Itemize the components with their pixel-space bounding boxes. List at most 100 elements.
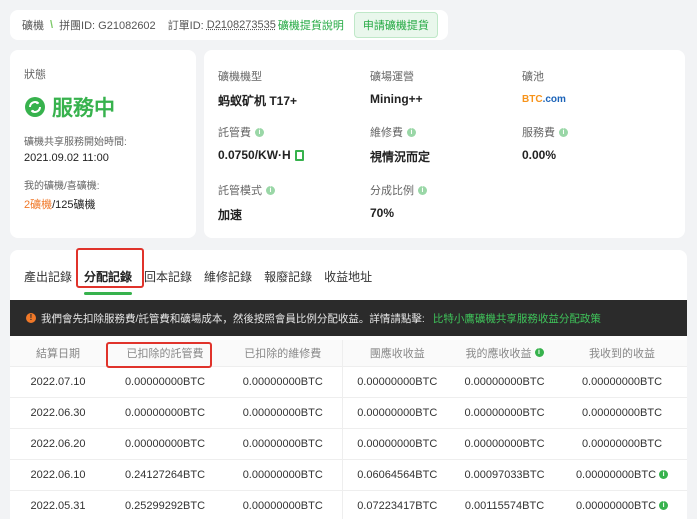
cell-maint-fee: 0.00000000BTC [224,458,343,490]
btc-com-logo: BTC.com [522,94,566,105]
cell-custody-fee: 0.00000000BTC [106,427,224,459]
total-machine-count: /125礦機 [52,199,96,211]
highlight-box [76,248,144,288]
maint-label: 維修費 [370,127,403,139]
share-value: 70% [370,206,395,220]
cell-group-income: 0.06064564BTC [342,458,452,490]
model-label: 礦機機型 [218,71,262,83]
cell-received: 0.00000000BTC i [557,458,687,490]
tab-maintenance[interactable]: 維修記錄 [204,268,252,293]
cell-my-income: 0.00115574BTC [452,489,557,519]
cell-my-income: 0.00097033BTC [452,458,557,490]
table-row: 2022.07.10 0.00000000BTC 0.00000000BTC 0… [10,365,687,397]
tab-payout-address[interactable]: 收益地址 [324,268,372,293]
service-label: 服務費 [522,127,555,139]
tab-scrap[interactable]: 報廢記錄 [264,268,312,293]
cell-group-income: 0.00000000BTC [342,365,452,397]
status-value: 服務中 [52,97,115,120]
notice-text: 我們會先扣除服務費/託管費和礦場成本，然後按照會員比例分配收益。詳情請點擊: [41,312,425,325]
info-icon[interactable]: i [255,127,264,137]
table-row: 2022.05.31 0.25299292BTC 0.00000000BTC 0… [10,489,687,519]
cell-received: 0.00000000BTC [557,396,687,428]
tab-output[interactable]: 產出記錄 [24,268,72,293]
cell-received: 0.00000000BTC i [557,489,687,519]
sync-icon [25,97,45,117]
service-value: 0.00% [522,148,557,162]
pool-label: 礦池 [522,71,544,83]
policy-link[interactable]: 比特小鷹礦機共享服務收益分配政策 [433,311,601,326]
cell-date: 2022.06.10 [10,458,106,490]
share-cell: 分成比例 i 70% [370,182,427,220]
pool-cell: 礦池 BTC.com [522,68,566,105]
model-value: 蚂蚁矿机 T17+ [218,94,298,108]
mode-value: 加速 [218,208,243,222]
info-icon[interactable]: i [659,501,669,511]
machine-label: 礦機 [22,20,44,32]
records-card: 產出記錄 分配記錄 回本記錄 維修記錄 報廢記錄 收益地址 ! 我們會先扣除服務… [10,248,687,519]
order-id[interactable]: D2108273535 [207,19,276,31]
cell-received: 0.00000000BTC [557,365,687,397]
mode-cell: 託管模式 i 加速 [218,182,275,223]
cell-maint-fee: 0.00000000BTC [224,365,343,397]
cell-maint-fee: 0.00000000BTC [224,396,343,428]
cell-maint-fee: 0.00000000BTC [224,489,343,519]
info-icon[interactable]: i [559,127,568,137]
header-my-income: 我的應收收益 i [452,340,557,366]
info-icon[interactable]: i [418,185,427,195]
cell-received: 0.00000000BTC [557,427,687,459]
separator: \ [50,19,54,31]
apply-pickup-button[interactable]: 申請礦機提貨 [353,12,438,38]
custody-label: 託管費 [218,127,251,139]
model-cell: 礦機機型 蚂蚁矿机 T17+ [218,68,297,109]
cell-maint-fee: 0.00000000BTC [224,427,343,459]
notice-bar: ! 我們會先扣除服務費/託管費和礦場成本，然後按照會員比例分配收益。詳情請點擊:… [10,300,687,336]
table-row: 2022.06.20 0.00000000BTC 0.00000000BTC 0… [10,427,687,459]
mode-label: 託管模式 [218,185,262,197]
status-label: 狀態 [24,69,46,81]
cell-my-income: 0.00000000BTC [452,365,557,397]
header-maint-fee: 已扣除的維修費 [224,340,343,366]
cell-custody-fee: 0.00000000BTC [106,396,224,428]
cell-date: 2022.06.20 [10,427,106,459]
info-icon[interactable]: i [659,470,669,479]
highlight-box [106,342,212,368]
header-received: 我收到的收益 [557,340,687,366]
cell-custody-fee: 0.24127264BTC [106,458,224,490]
start-time-value: 2021.09.02 11:00 [24,152,109,164]
site-label: 礦場運營 [370,71,414,83]
pool-id: 拼團ID: G21082602 [59,20,156,32]
cell-date: 2022.05.31 [10,489,106,519]
service-cell: 服務費 i 0.00% [522,124,568,162]
cell-group-income: 0.00000000BTC [342,427,452,459]
maint-cell: 維修費 i 視情況而定 [370,124,430,165]
custody-value: 0.0750/KW·H [218,148,291,162]
machine-count: 2礦機/125礦機 [24,196,182,212]
document-icon[interactable] [294,149,304,161]
cell-group-income: 0.07223417BTC [342,489,452,519]
tab-payback[interactable]: 回本記錄 [144,268,192,293]
order-header: 礦機 \ 拼團ID: G21082602 訂單ID: D2108273535 礦… [10,10,448,40]
cell-custody-fee: 0.00000000BTC [106,365,224,397]
info-icon[interactable]: i [407,127,416,137]
maint-value: 視情況而定 [370,150,431,164]
pickup-guide-link[interactable]: 礦機提貨說明 [278,17,344,33]
status-card: 狀態 服務中 礦機共享服務開始時間: 2021.09.02 11:00 我的礦機… [10,50,196,238]
cell-my-income: 0.00000000BTC [452,396,557,428]
header-date: 結算日期 [10,340,106,366]
info-icon[interactable]: i [266,185,275,195]
start-time-label: 礦機共享服務開始時間: [24,137,127,148]
cell-custody-fee: 0.25299292BTC [106,489,224,519]
cell-group-income: 0.00000000BTC [342,396,452,428]
site-cell: 礦場運營 Mining++ [370,68,423,106]
header-group-income: 團應收收益 [342,340,452,366]
site-value: Mining++ [370,92,423,106]
my-machine-count: 2礦機 [24,199,53,211]
cell-date: 2022.07.10 [10,365,106,397]
warning-icon: ! [26,313,36,323]
share-label: 分成比例 [370,185,414,197]
custody-cell: 託管費 i 0.0750/KW·H [218,124,304,162]
info-icon[interactable]: i [534,348,544,358]
machine-info-card: 礦機機型 蚂蚁矿机 T17+ 礦場運營 Mining++ 礦池 BTC.com … [204,50,685,238]
my-machines-label: 我的礦機/喜礦機: [24,181,100,192]
table-row: 2022.06.30 0.00000000BTC 0.00000000BTC 0… [10,396,687,428]
